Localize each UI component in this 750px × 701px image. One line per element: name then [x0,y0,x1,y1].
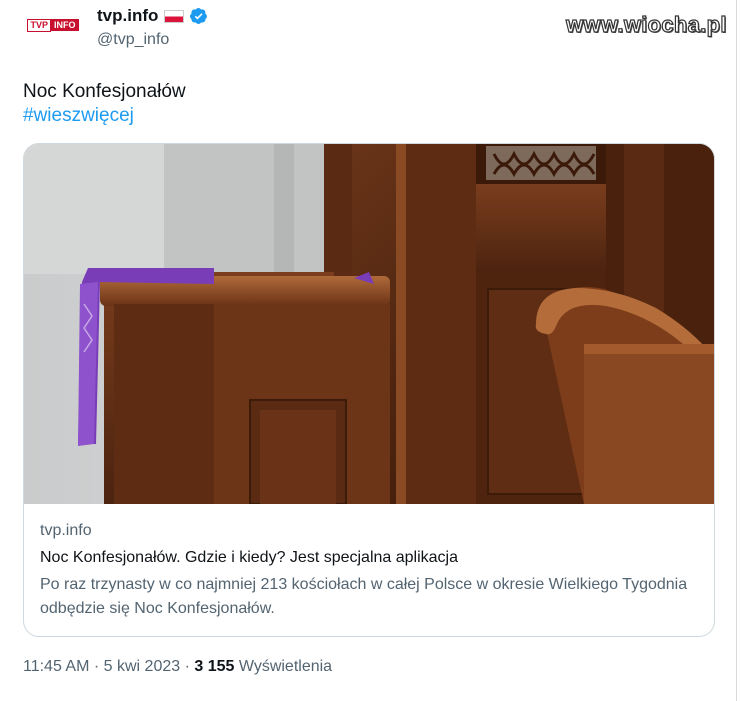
tvp-info-logo: TVP INFO [27,18,79,32]
tweet-metadata: 11:45 AM · 5 kwi 2023 · 3 155 Wyświetlen… [23,658,332,676]
meta-separator: · [89,658,104,675]
views-count: 3 155 [194,658,235,675]
logo-text-info: INFO [51,19,79,31]
hashtag-link[interactable]: #wieszwięcej [23,104,186,128]
card-description: Po raz trzynasty w co najmniej 213 kości… [40,576,688,617]
verified-badge-icon [190,7,208,25]
tweet-body: Noc Konfesjonałów [23,81,186,102]
logo-text-tvp: TVP [27,18,51,32]
site-watermark: www.wiocha.pl [565,11,727,37]
tweet-container: TVP INFO tvp.info @tvp_info Noc Konfesjo… [0,0,737,701]
tweet-date[interactable]: 5 kwi 2023 [104,658,181,675]
avatar[interactable]: TVP INFO [23,14,83,36]
card-domain: tvp.info [40,522,92,539]
tweet-text: Noc Konfesjonałów #wieszwięcej [23,80,186,128]
views-label: Wyświetlenia [234,658,333,675]
meta-separator: · [180,658,195,675]
confessional-photo[interactable] [24,144,715,504]
account-name-row[interactable]: tvp.info [97,6,208,26]
card-body[interactable]: tvp.info Noc Konfesjonałów. Gdzie i kied… [40,520,698,621]
card-title[interactable]: Noc Konfesjonałów. Gdzie i kiedy? Jest s… [40,546,698,570]
account-name[interactable]: tvp.info [97,6,158,26]
poland-flag-icon [164,9,185,23]
account-handle[interactable]: @tvp_info [97,31,169,49]
tweet-time[interactable]: 11:45 AM [23,658,89,675]
link-preview-card[interactable]: tvp.info Noc Konfesjonałów. Gdzie i kied… [23,143,715,637]
